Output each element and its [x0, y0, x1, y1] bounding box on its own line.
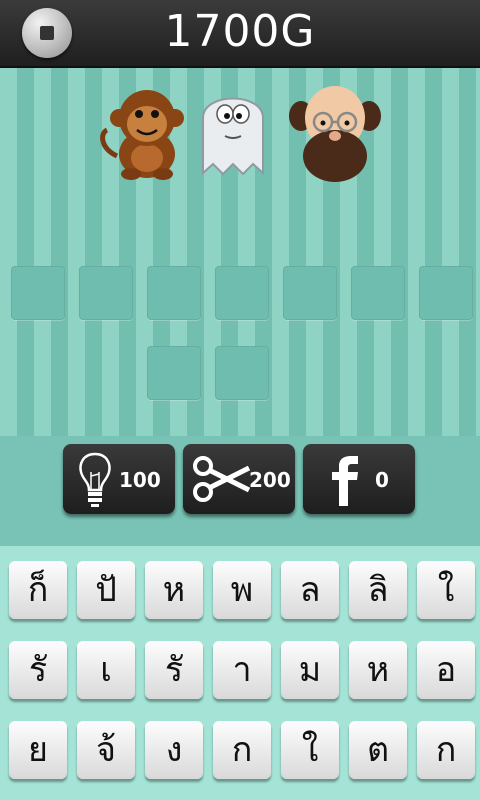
scissors-icon: [193, 456, 251, 502]
letter-key[interactable]: ใ: [417, 561, 475, 619]
hint-cost: 100: [119, 468, 161, 492]
monkey-icon: [100, 90, 184, 180]
letter-keyboard: ก็ ปั ห พ ล ลิ ใ รั เ รั า ม ห อ ย จ้ ง …: [0, 546, 480, 800]
letter-key[interactable]: า: [213, 641, 271, 699]
letter-key[interactable]: รั: [145, 641, 203, 699]
letter-key[interactable]: รั: [9, 641, 67, 699]
answer-slot[interactable]: [147, 346, 201, 400]
letter-key[interactable]: ก: [417, 721, 475, 779]
ghost-icon: [202, 97, 264, 176]
letter-key[interactable]: ย: [9, 721, 67, 779]
facebook-share-button[interactable]: 0: [303, 444, 415, 514]
bald-man-icon: [289, 86, 381, 182]
letter-key[interactable]: พ: [213, 561, 271, 619]
letter-key[interactable]: ห: [349, 641, 407, 699]
answer-slot[interactable]: [215, 346, 269, 400]
remove-letters-button[interactable]: 200: [183, 444, 295, 514]
letter-key[interactable]: ใ: [281, 721, 339, 779]
scissors-cost: 200: [249, 468, 291, 492]
hint-button[interactable]: 100: [63, 444, 175, 514]
top-bar: 1700G: [0, 0, 480, 68]
letter-key[interactable]: ง: [145, 721, 203, 779]
letter-key[interactable]: อ: [417, 641, 475, 699]
lightbulb-icon: [79, 452, 111, 507]
letter-key[interactable]: ต: [349, 721, 407, 779]
letter-key[interactable]: เ: [77, 641, 135, 699]
letter-key[interactable]: ก: [213, 721, 271, 779]
hint-tools: 100 200 0: [0, 436, 480, 546]
answer-slot[interactable]: [11, 266, 65, 320]
answer-slot[interactable]: [419, 266, 473, 320]
letter-key[interactable]: ม: [281, 641, 339, 699]
facebook-cost: 0: [375, 468, 389, 492]
letter-key[interactable]: ลิ: [349, 561, 407, 619]
letter-key[interactable]: ก็: [9, 561, 67, 619]
letter-key[interactable]: ปั: [77, 561, 135, 619]
answer-slot[interactable]: [79, 266, 133, 320]
answer-slot[interactable]: [283, 266, 337, 320]
answer-slot[interactable]: [351, 266, 405, 320]
answer-slot[interactable]: [215, 266, 269, 320]
picture-clues: [95, 78, 395, 188]
letter-key[interactable]: ห: [145, 561, 203, 619]
puzzle-area: [0, 68, 480, 436]
letter-key[interactable]: ล: [281, 561, 339, 619]
answer-slot[interactable]: [147, 266, 201, 320]
facebook-icon: [332, 456, 358, 506]
letter-key[interactable]: จ้: [77, 721, 135, 779]
gold-score: 1700G: [164, 6, 316, 57]
